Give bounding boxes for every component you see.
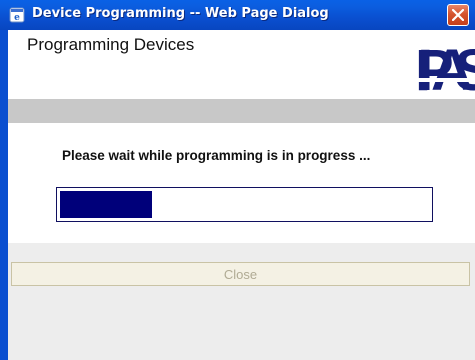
window-close-button[interactable] [447,4,469,26]
progress-message: Please wait while programming is in prog… [62,148,371,163]
window-left-frame [0,30,8,360]
svg-text:IPAS: IPAS [415,38,475,99]
close-button[interactable]: Close [11,262,470,286]
dialog-footer [8,243,475,360]
progress-bar-fill [60,191,152,218]
header-divider [8,99,475,123]
close-icon [452,9,464,21]
company-logo: IPAS [415,30,475,99]
window-title: Device Programming -- Web Page Dialog [32,6,329,21]
title-bar: e Device Programming -- Web Page Dialog [0,0,475,30]
svg-text:e: e [14,13,20,23]
progress-bar [56,187,433,222]
dialog-content: Please wait while programming is in prog… [8,123,475,243]
ie-icon: e [9,7,25,23]
page-title: Programming Devices [27,35,195,54]
